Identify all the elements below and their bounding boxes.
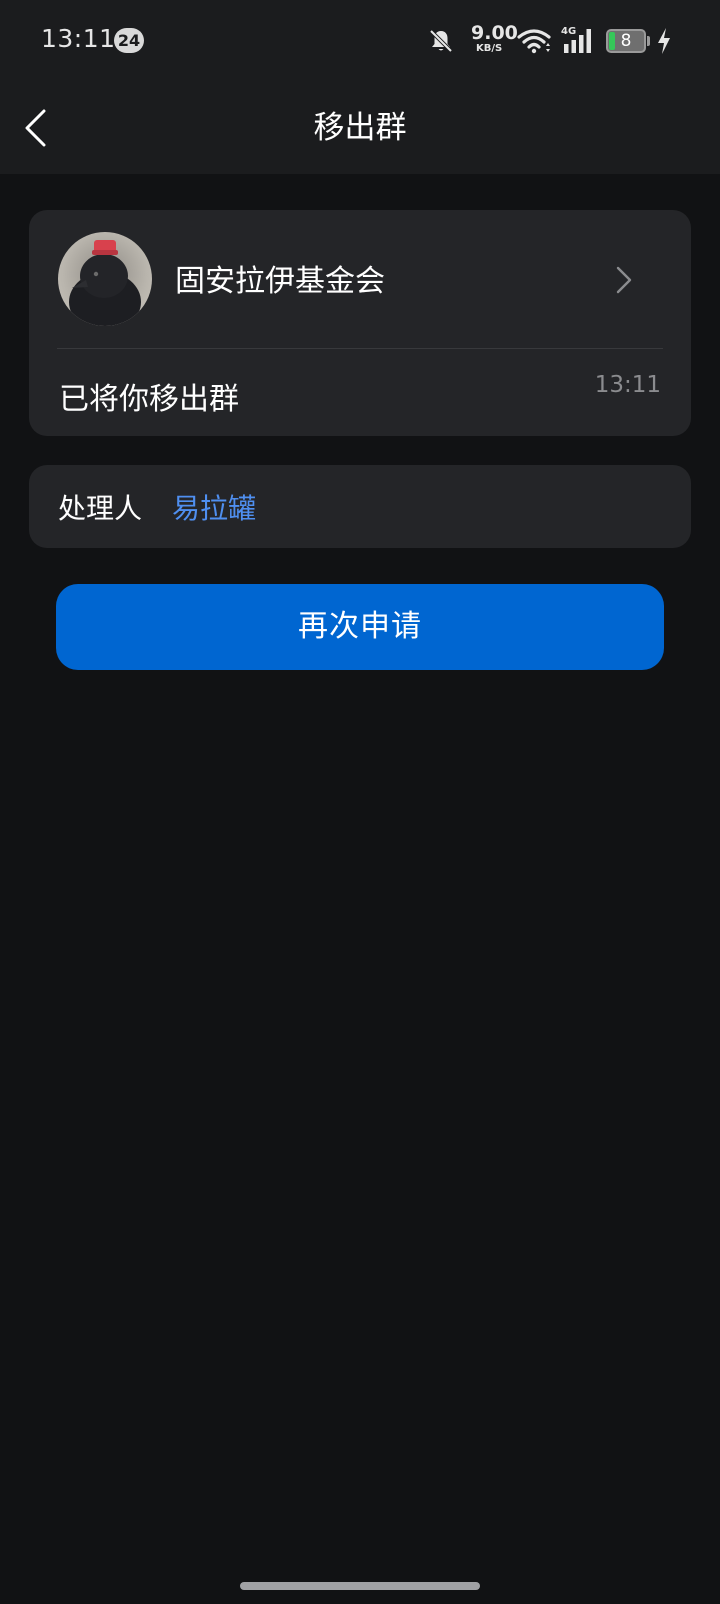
charging-icon [658, 28, 670, 54]
crow-avatar-image [69, 240, 141, 326]
back-button[interactable] [18, 106, 58, 150]
divider [57, 348, 663, 349]
net-speed-value: 9.00 [471, 22, 518, 44]
notification-count-badge: 24 [114, 28, 144, 53]
wifi-icon [517, 29, 551, 54]
group-row[interactable]: 固安拉伊基金会 [29, 210, 691, 348]
handler-card: 处理人 易拉罐 [29, 465, 691, 548]
removal-time: 13:11 [594, 372, 661, 398]
group-avatar [58, 232, 152, 326]
battery-icon: 8 [606, 29, 646, 53]
status-bar: 13:11 24 9.00 KB/S 4G 8 [0, 0, 720, 82]
group-name: 固安拉伊基金会 [175, 264, 385, 299]
net-speed-unit: KB/S [476, 43, 503, 54]
chevron-right-icon [616, 266, 632, 294]
signal-icon [564, 29, 591, 53]
page-title: 移出群 [313, 110, 407, 146]
handler-name-link[interactable]: 易拉罐 [172, 487, 256, 527]
bell-muted-icon [429, 29, 453, 53]
removal-message: 已将你移出群 [59, 382, 239, 417]
navigation-bar: 移出群 [0, 82, 720, 174]
chevron-left-icon [25, 109, 46, 147]
reapply-button[interactable]: 再次申请 [56, 584, 664, 670]
battery-cap [647, 36, 650, 46]
home-indicator[interactable] [240, 1582, 480, 1590]
group-card: 固安拉伊基金会 已将你移出群 13:11 [29, 210, 691, 436]
battery-level: 8 [620, 31, 632, 51]
handler-label: 处理人 [58, 492, 143, 525]
status-time: 13:11 [41, 24, 116, 53]
